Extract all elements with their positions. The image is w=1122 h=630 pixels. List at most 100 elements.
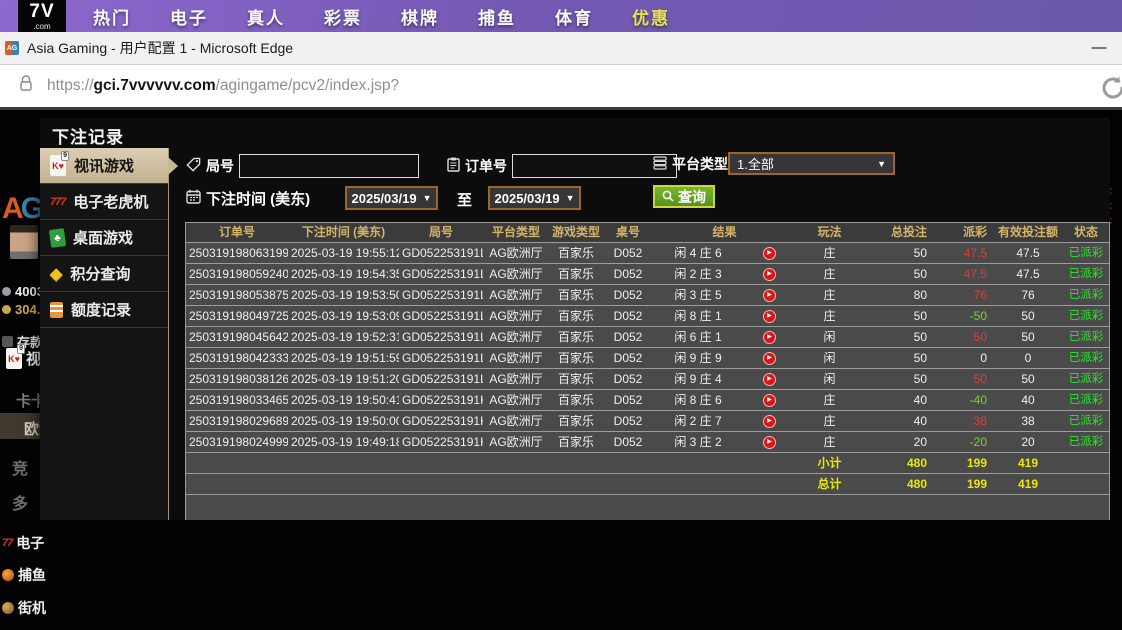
sidebar-item-额度记录[interactable]: 额度记录 [40, 292, 168, 328]
date-from-value: 2025/03/19 [352, 191, 417, 206]
url-bar[interactable]: https://gci.7vvvvvv.com/agingame/pcv2/in… [0, 65, 1122, 110]
replay-cell: ▶ [743, 285, 796, 305]
sidebar-item-电子老虎机[interactable]: 777电子老虎机 [40, 184, 168, 220]
table-cell: 庄 [796, 285, 863, 305]
table-cell: AG欧洲厅 [483, 285, 549, 305]
table-cell: 庄 [796, 432, 863, 452]
table-row: 2503191980538752025-03-19 19:53:50GD0522… [186, 284, 1109, 305]
diamond-icon: ◆ [50, 264, 62, 284]
nav-item[interactable]: 真人 [247, 4, 285, 29]
table-cell: 百家乐 [549, 348, 603, 368]
replay-cell: ▶ [743, 390, 796, 410]
table-row: 2503191980456422025-03-19 19:52:31GD0522… [186, 326, 1109, 347]
table-cell: 0 [993, 348, 1063, 368]
table-cell: 50 [863, 243, 933, 263]
table-cell [288, 474, 399, 494]
round-filter-group: 局号 [186, 154, 419, 178]
table-cell: 闲 6 庄 1 [653, 327, 743, 347]
table-cell: GD052253191L6 [399, 243, 483, 263]
date-to-label-wrap: 至 [457, 189, 472, 210]
column-header: 派彩 [933, 223, 993, 242]
url-text[interactable]: https://gci.7vvvvvv.com/agingame/pcv2/in… [47, 77, 399, 95]
table-cell: 38 [993, 411, 1063, 431]
replay-cell: ▶ [743, 411, 796, 431]
table-cell: D052 [603, 348, 653, 368]
table-cell: GD052253191L0 [399, 369, 483, 389]
nav-item[interactable]: 棋牌 [401, 4, 439, 29]
table-cell: -50 [933, 306, 993, 326]
refresh-icon[interactable] [1099, 74, 1122, 107]
platform-select[interactable]: 1.全部 ▼ [728, 152, 895, 175]
round-input[interactable] [239, 154, 419, 178]
replay-button[interactable]: ▶ [763, 268, 776, 281]
table-cell: GD052253191L5 [399, 264, 483, 284]
replay-button[interactable]: ▶ [763, 331, 776, 344]
lobby-rail-label: 捕鱼 [18, 565, 46, 585]
table-cell: 480 [863, 474, 933, 494]
lobby-rail-label: 街机 [18, 598, 46, 618]
table-cell: 闲 2 庄 7 [653, 411, 743, 431]
replay-button[interactable]: ▶ [763, 247, 776, 260]
nav-item[interactable]: 热门 [93, 4, 131, 29]
table-cell: GD052253191L4 [399, 285, 483, 305]
nav-item[interactable]: 优惠 [632, 4, 670, 29]
status-badge: 已派彩 [1063, 369, 1109, 389]
column-header: 结果 [653, 223, 796, 242]
table-cell: 50 [933, 369, 993, 389]
date-to-select[interactable]: 2025/03/19 ▼ [488, 186, 581, 210]
table-cell: 40 [993, 390, 1063, 410]
table-cell: 闲 [796, 348, 863, 368]
nav-item[interactable]: 彩票 [324, 4, 362, 29]
replay-button[interactable]: ▶ [763, 415, 776, 428]
bet-records-table: 订单号下注时间 (美东)局号平台类型游戏类型桌号结果玩法总投注派彩有效投注额状态… [185, 222, 1110, 520]
status-badge: 已派彩 [1063, 243, 1109, 263]
sidebar-item-label: 视讯游戏 [74, 155, 134, 176]
lobby-rail-item: 多 [12, 490, 28, 514]
table-cell [743, 453, 796, 473]
sidebar-item-桌面游戏[interactable]: ♣桌面游戏 [40, 220, 168, 256]
replay-button[interactable]: ▶ [763, 289, 776, 302]
table-cell: 百家乐 [549, 285, 603, 305]
search-icon [662, 189, 674, 205]
replay-button[interactable]: ▶ [763, 373, 776, 386]
table-cell: GD052253191L1 [399, 348, 483, 368]
table-cell: 闲 9 庄 4 [653, 369, 743, 389]
site-logo[interactable]: 7V .com [18, 0, 66, 35]
table-cell: 250319198045642 [186, 327, 288, 347]
table-row: 2503191980497252025-03-19 19:53:09GD0522… [186, 305, 1109, 326]
avatar [10, 225, 38, 259]
subtotal-row: 小计480199419 [186, 452, 1109, 473]
column-header: 总投注 [863, 223, 933, 242]
table-cell: GD052253191L2 [399, 327, 483, 347]
column-header: 桌号 [603, 223, 653, 242]
table-header-row: 订单号下注时间 (美东)局号平台类型游戏类型桌号结果玩法总投注派彩有效投注额状态 [186, 223, 1109, 242]
date-from-select[interactable]: 2025/03/19 ▼ [345, 186, 438, 210]
table-cell: 50 [993, 369, 1063, 389]
sidebar-item-label: 电子老虎机 [73, 191, 148, 212]
sidebar-item-积分查询[interactable]: ◆积分查询 [40, 256, 168, 292]
lobby-rail-label: 视 [26, 348, 41, 369]
replay-button[interactable]: ▶ [763, 394, 776, 407]
minimize-button[interactable]: — [1088, 38, 1110, 58]
table-cell: 2025-03-19 19:52:31 [288, 327, 399, 347]
sidebar-item-视讯游戏[interactable]: K♥9视讯游戏 [40, 148, 168, 184]
site-logo-text: 7V [18, 0, 66, 23]
search-button[interactable]: 查询 [653, 185, 715, 208]
table-cell: AG欧洲厅 [483, 432, 549, 452]
nav-item[interactable]: 电子 [170, 4, 208, 29]
replay-button[interactable]: ▶ [763, 436, 776, 449]
table-cell: 250319198049725 [186, 306, 288, 326]
table-row: 2503191980423332025-03-19 19:51:59GD0522… [186, 347, 1109, 368]
nav-item[interactable]: 捕鱼 [478, 4, 516, 29]
table-cell: 47.5 [933, 264, 993, 284]
modal-sidebar: K♥9视讯游戏777电子老虎机♣桌面游戏◆积分查询额度记录 [40, 148, 169, 520]
status-badge: 已派彩 [1063, 306, 1109, 326]
table-row: 2503191980296892025-03-19 19:50:00GD0522… [186, 410, 1109, 431]
replay-button[interactable]: ▶ [763, 352, 776, 365]
bet-time-group: 下注时间 (美东) [186, 188, 310, 209]
nav-item[interactable]: 体育 [555, 4, 593, 29]
replay-button[interactable]: ▶ [763, 310, 776, 323]
platform-label: 平台类型 [672, 154, 728, 174]
document-icon [50, 302, 63, 318]
calendar-icon [186, 189, 201, 208]
